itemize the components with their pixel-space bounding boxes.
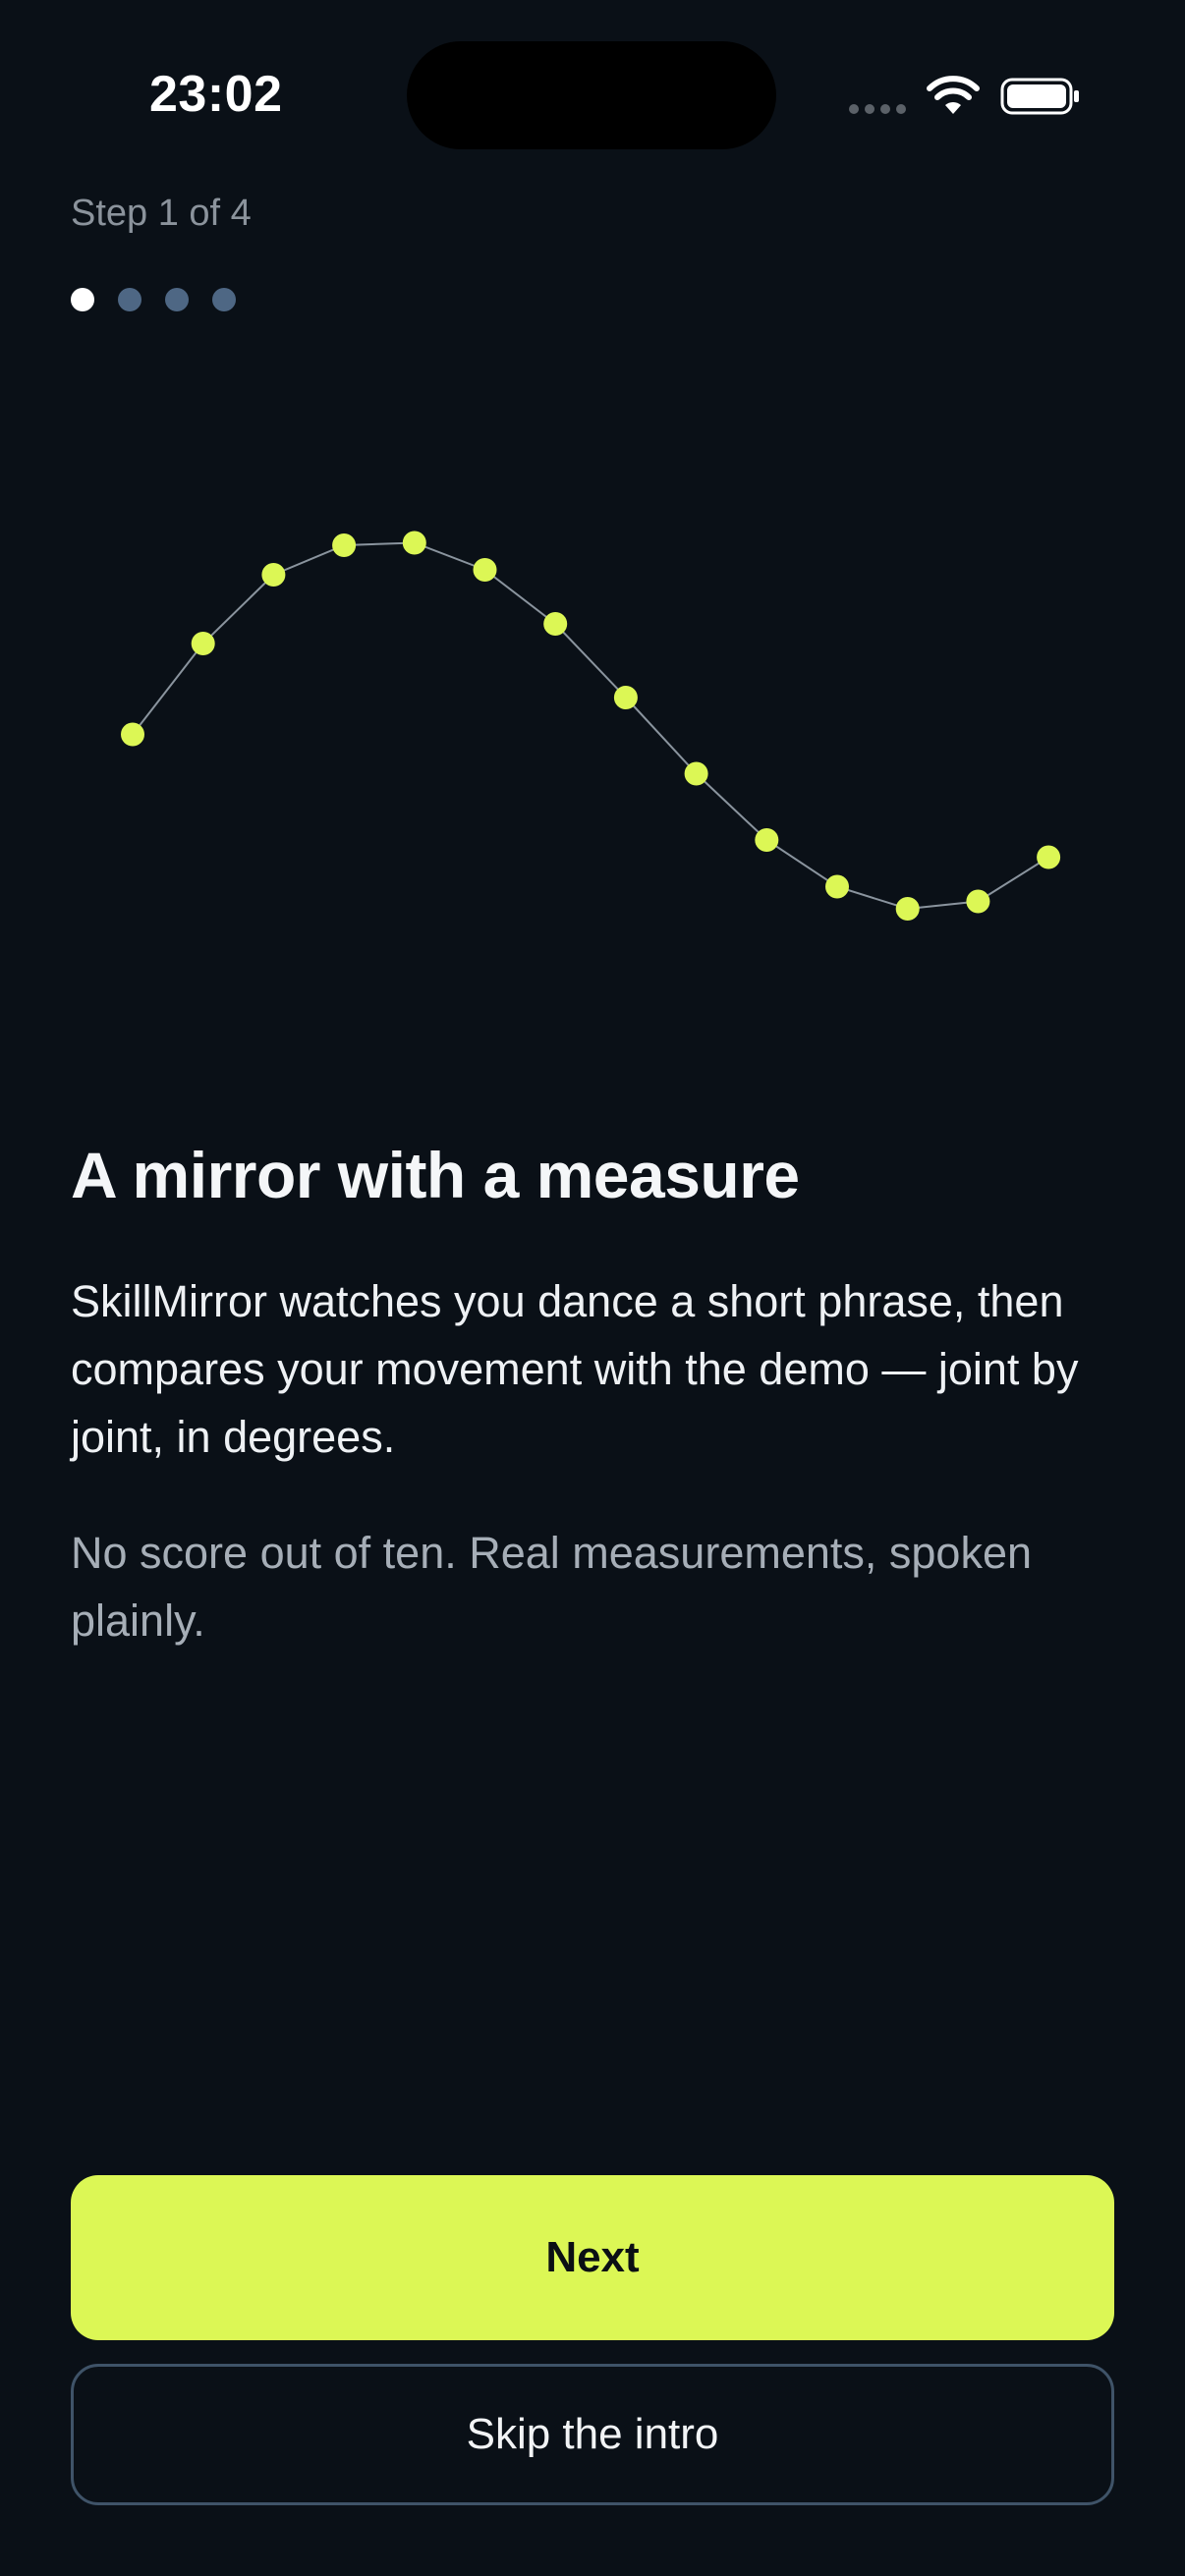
pose-trace-point	[261, 563, 286, 587]
next-button[interactable]: Next	[71, 2175, 1114, 2340]
pose-trace-point	[402, 531, 426, 555]
onboarding-screen: 23:02 Step 1 of 4 A mirror with a measur…	[0, 0, 1185, 2576]
pose-trace-point	[966, 889, 990, 914]
intro-body: SkillMirror watches you dance a short ph…	[71, 1276, 1079, 1462]
intro-secondary: No score out of ten. Real measurements, …	[71, 1528, 1033, 1646]
pose-trace-point	[755, 828, 779, 852]
battery-icon	[1000, 78, 1079, 115]
status-time: 23:02	[149, 66, 283, 123]
pose-trace-point	[613, 686, 638, 709]
pose-trace-point	[332, 533, 357, 557]
pose-trace-point	[825, 874, 849, 899]
pose-trace-point	[684, 761, 708, 786]
pose-trace-point	[543, 612, 568, 636]
step-dot-4	[212, 288, 236, 311]
pose-trace-point	[1037, 845, 1061, 869]
skip-intro-button[interactable]: Skip the intro	[71, 2364, 1114, 2505]
step-label: Step 1 of 4	[71, 193, 252, 234]
step-dot-3	[165, 288, 189, 311]
page-title: A mirror with a measure	[71, 1139, 800, 1211]
wifi-icon	[927, 76, 980, 114]
pose-trace-point	[191, 632, 215, 655]
pose-trace-point	[121, 722, 144, 747]
dynamic-island	[407, 41, 776, 149]
step-dots	[71, 288, 236, 311]
pose-trace-line	[132, 541, 1049, 911]
pose-trace-point	[895, 897, 920, 921]
signal-dots-icon	[849, 104, 906, 114]
step-dot-1	[71, 288, 94, 311]
pose-trace-point	[473, 558, 497, 582]
step-dot-2	[118, 288, 141, 311]
pose-trace-illustration	[121, 531, 1061, 921]
